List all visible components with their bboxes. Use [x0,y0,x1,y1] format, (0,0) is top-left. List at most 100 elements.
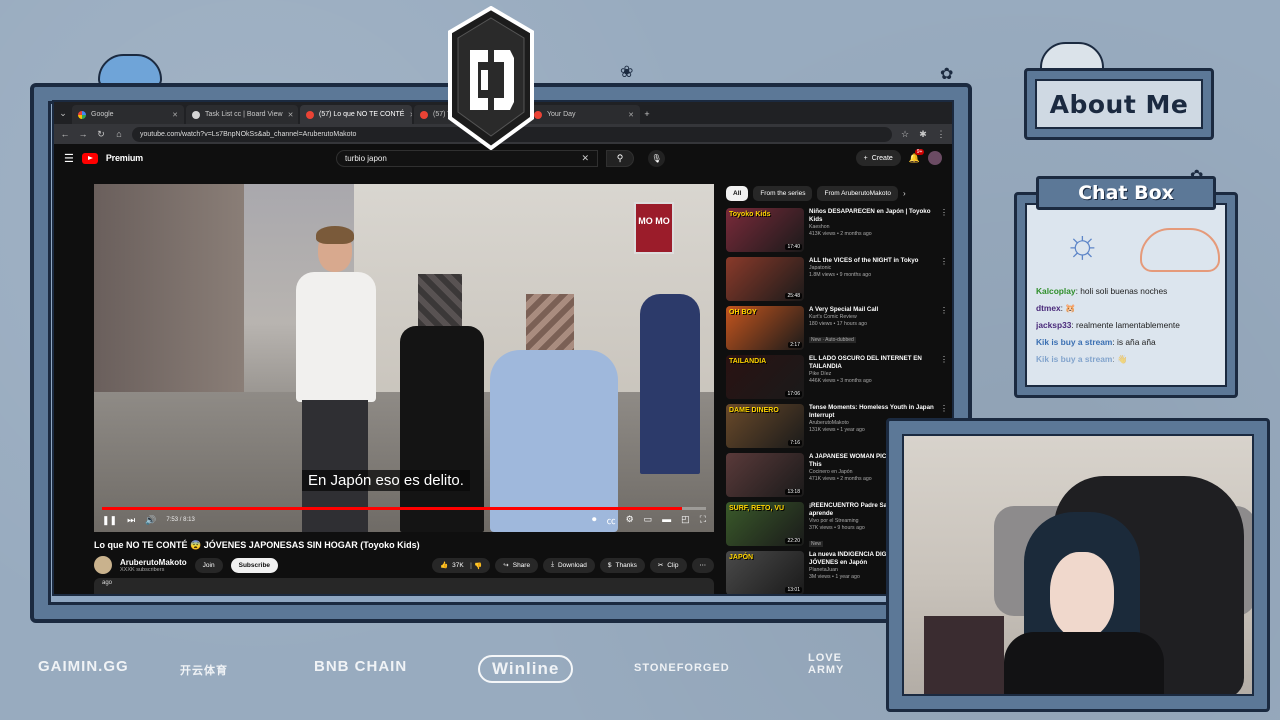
recommendation-channel: Kaeshon [809,224,830,230]
theater-mode-icon[interactable]: ▬ [662,514,671,527]
voice-search-icon[interactable]: 🎙 [648,149,665,167]
video-interviewee-blurred [486,294,622,532]
chip-from-channel[interactable]: From AruberutoMakoto [817,186,898,201]
video-progress-bar[interactable] [102,507,706,510]
clear-search-icon[interactable]: ✕ [581,153,589,164]
recommendation-badge: New [809,541,824,547]
recommendation-thumbnail[interactable]: DAME DINERO 7:16 [726,404,804,448]
thumbnail-text: Toyoko Kids [729,211,771,218]
thanks-button[interactable]: $ Thanks [599,557,645,573]
close-icon[interactable]: ✕ [409,111,412,119]
video-player[interactable]: MO MO En Japón eso es delito. ❚❚ ⏭ 🔊 7:5… [94,184,714,532]
recommendation-title[interactable]: Niños DESAPARECEN en Japón | Toyoko Kids [809,208,935,224]
chat-message: dtmex: 🐹 [1036,303,1076,313]
more-actions-button[interactable]: ⋯ [691,557,714,573]
chevron-right-icon[interactable]: › [903,186,906,201]
description-box[interactable]: ago [94,578,714,594]
video-duration: 17:06 [785,391,802,397]
sponsor-logo: STONEFORGED [634,662,730,674]
extensions-icon[interactable]: ✱ [918,129,928,140]
browser-tab-youtube-3[interactable]: Your Day ✕ [528,105,640,124]
bookmark-star-icon[interactable]: ☆ [900,129,910,140]
avatar[interactable] [928,151,942,165]
flower-icon: ✿ [940,66,954,83]
close-icon[interactable]: ✕ [172,111,178,119]
join-button[interactable]: Join [194,557,223,573]
recommendation-title[interactable]: A Very Special Mail Call [809,306,935,314]
channel-avatar[interactable] [94,556,112,574]
more-options-icon[interactable]: ⋮ [940,208,948,254]
chat-box-header: Chat Box [1036,176,1216,210]
recommendation-chips: All From the series From AruberutoMakoto… [726,186,906,201]
browser-tab-tasklist[interactable]: Task List cc | Board View ✕ [186,105,298,124]
thumbs-down-icon[interactable]: ｜👎 [468,560,483,570]
youtube-logo-icon[interactable] [81,152,98,164]
chat-username: dtmex [1036,303,1061,313]
channel-name[interactable]: AruberutoMakoto [120,558,187,567]
next-icon[interactable]: ⏭ [127,515,135,526]
miniplayer-icon[interactable]: ▭ [644,514,653,527]
clip-button[interactable]: ✂ Clip [649,557,687,573]
notifications-bell-icon[interactable]: 🔔 9+ [909,148,925,164]
browser-tab-google[interactable]: Google ✕ [72,105,184,124]
about-me-title: About Me [1049,89,1189,119]
youtube-brand[interactable]: Premium [106,153,143,163]
recommendation-thumbnail[interactable]: JAPÓN 13:01 [726,551,804,594]
more-options-icon[interactable]: ⋮ [940,306,948,352]
back-icon[interactable]: ← [60,129,70,139]
create-button[interactable]: + Create [855,150,901,166]
search-button[interactable]: ⚲ [606,149,634,167]
search-input[interactable]: turbio japon ✕ [336,149,598,167]
reload-icon[interactable]: ↻ [96,129,106,140]
chat-message: Kalcoplay: holi soli buenas noches [1036,286,1168,296]
close-icon[interactable]: ✕ [628,111,634,119]
browser-menu-icon[interactable]: ⋮ [936,129,946,140]
more-options-icon[interactable]: ⋮ [940,355,948,401]
cast-icon[interactable]: ◰ [681,514,690,527]
settings-gear-icon[interactable]: ⚙ [626,514,634,527]
tab-menu-icon[interactable]: ⌄ [58,108,68,119]
recommendation-thumbnail[interactable]: OH BOY 2:17 [726,306,804,350]
video-duration: 22:20 [785,538,802,544]
volume-icon[interactable]: 🔊 [145,515,156,526]
recommendation-text: EL LADO OSCURO DEL INTERNET EN TAILANDIA… [809,355,935,401]
like-button[interactable]: 👍 37K ｜👎 [432,557,491,573]
share-button[interactable]: ↪ Share [495,557,539,573]
forward-icon[interactable]: → [78,129,88,139]
thumbnail-text: DAME DINERO [729,407,779,414]
chip-all[interactable]: All [726,186,749,201]
recommendation-title[interactable]: EL LADO OSCURO DEL INTERNET EN TAILANDIA [809,355,935,371]
recommendation-thumbnail[interactable]: SURF, RETO, VU 22:20 [726,502,804,546]
recommendation-thumbnail[interactable]: TAILANDIA 17:06 [726,355,804,399]
recommendation-item[interactable]: Toyoko Kids 17:40 Niños DESAPARECEN en Jap… [726,208,948,254]
recommendation-thumbnail[interactable]: 13:18 [726,453,804,497]
fullscreen-icon[interactable]: ⛶ [700,514,706,527]
recommendation-item[interactable]: 25:48 ALL the VICES of the NIGHT in Tokyo… [726,257,948,303]
youtube-icon [420,110,428,119]
browser-tab-youtube-active[interactable]: (57) Lo que NO TE CONTÉ ✕ [300,105,412,124]
recommendation-item[interactable]: OH BOY 2:17 A Very Special Mail Call Kurt's… [726,306,948,352]
video-duration: 13:18 [785,489,802,495]
captions-icon[interactable]: ㏄ [607,514,616,527]
chat-username: Kik is buy a stream [1036,337,1113,347]
autoplay-toggle-icon[interactable]: ⏺ [592,514,597,527]
tab-label: Your Day [547,111,576,118]
recommendation-title[interactable]: ALL the VICES of the NIGHT in Tokyo [809,257,935,265]
pause-icon[interactable]: ❚❚ [102,515,117,526]
sun-icon: ☼ [1064,222,1101,266]
channel-subscribers: XXXK subscribers [120,566,165,573]
new-tab-icon[interactable]: + [642,109,652,119]
subscribe-button[interactable]: Subscribe [230,557,279,573]
video-duration: 17:40 [785,244,802,250]
menu-icon[interactable]: ☰ [64,152,74,165]
close-icon[interactable]: ✕ [288,111,294,119]
recommendation-thumbnail[interactable]: 25:48 [726,257,804,301]
recommendation-thumbnail[interactable]: Toyoko Kids 17:40 [726,208,804,252]
chat-text: 👋 [1117,354,1128,364]
more-options-icon[interactable]: ⋮ [940,257,948,303]
chat-messages: Kalcoplay: holi soli buenas noches dtmex… [1036,283,1232,368]
recommendation-item[interactable]: TAILANDIA 17:06 EL LADO OSCURO DEL INTERNE… [726,355,948,401]
home-icon[interactable]: ⌂ [114,129,124,139]
download-button[interactable]: ⤓ Download [543,557,595,573]
chip-from-series[interactable]: From the series [753,186,813,201]
